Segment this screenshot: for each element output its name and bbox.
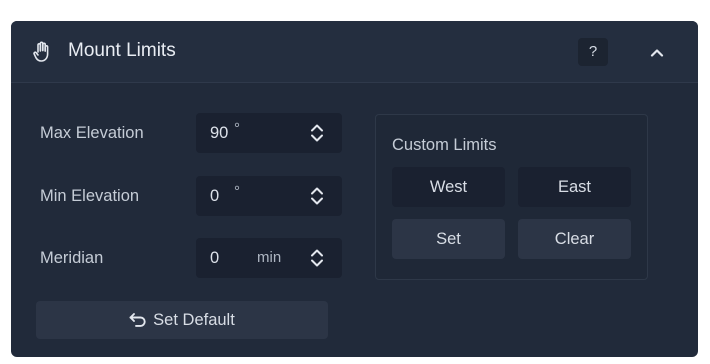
west-button[interactable]: West [392, 167, 505, 207]
east-button[interactable]: East [518, 167, 631, 207]
undo-icon [129, 313, 146, 327]
meridian-value: 0 [210, 249, 220, 267]
chevron-up-down-icon[interactable] [306, 122, 328, 144]
clear-button[interactable]: Clear [518, 219, 631, 259]
min-elevation-unit: ° [234, 183, 240, 200]
meridian-unit: min [257, 249, 282, 266]
set-default-button[interactable]: Set Default [36, 301, 328, 339]
hand-icon [33, 41, 49, 62]
max-elevation-label: Max Elevation [40, 124, 144, 142]
max-elevation-unit: ° [234, 120, 240, 137]
min-elevation-value: 0 [210, 187, 220, 205]
set-button[interactable]: Set [392, 219, 505, 259]
custom-limits-group: Custom Limits West East Set Clear [375, 114, 648, 280]
help-button[interactable]: ? [578, 38, 608, 66]
meridian-label: Meridian [40, 249, 104, 267]
mount-limits-panel: Mount Limits ? Max Elevation 90 ° Min El… [11, 21, 698, 357]
max-elevation-field[interactable]: 90 ° [196, 113, 342, 153]
max-elevation-value: 90 [210, 124, 229, 142]
min-elevation-field[interactable]: 0 ° [196, 176, 342, 216]
custom-limits-title: Custom Limits [392, 136, 497, 154]
chevron-up-icon [650, 48, 664, 57]
chevron-up-down-icon[interactable] [306, 247, 328, 269]
panel-header[interactable]: Mount Limits ? [11, 21, 698, 83]
collapse-button[interactable] [642, 38, 672, 66]
set-default-label: Set Default [153, 310, 235, 329]
page-title: Mount Limits [68, 40, 176, 61]
min-elevation-label: Min Elevation [40, 187, 140, 205]
chevron-up-down-icon[interactable] [306, 185, 328, 207]
meridian-field[interactable]: 0 min [196, 238, 342, 278]
